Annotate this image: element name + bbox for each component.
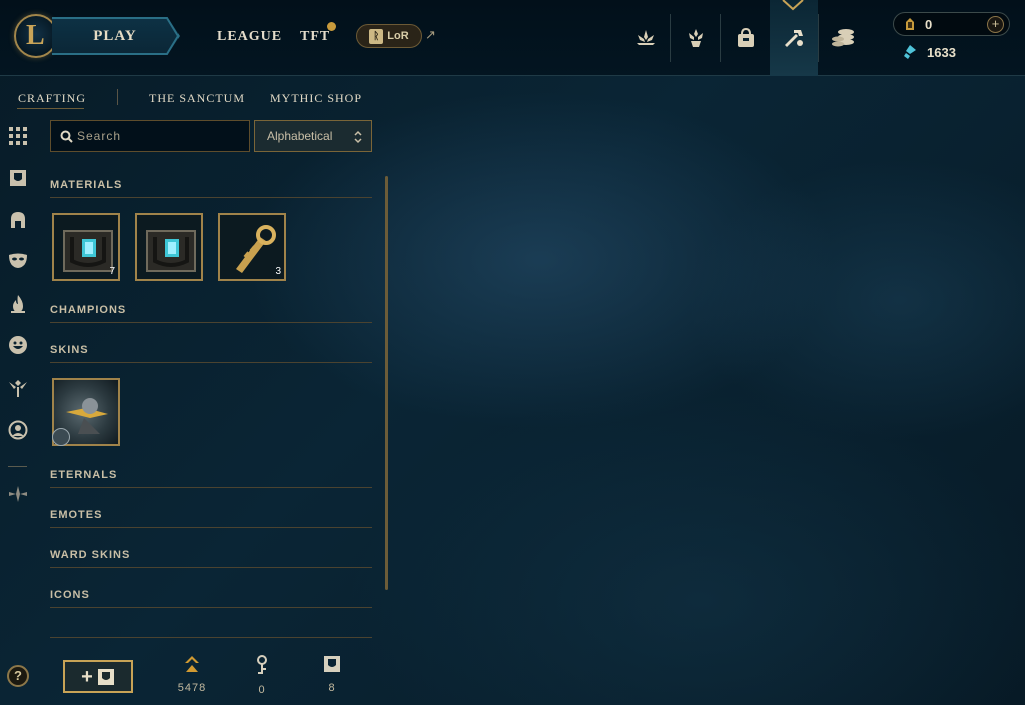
essence-count: 5478 xyxy=(177,682,207,694)
emote-face-icon[interactable] xyxy=(8,335,28,355)
section-divider xyxy=(50,567,372,568)
lor-button[interactable]: ᚱ LoR xyxy=(356,24,422,48)
material-tile-key-fragment[interactable]: 3 xyxy=(218,213,286,281)
section-divider xyxy=(50,487,372,488)
chests-count: 8 xyxy=(328,682,336,694)
section-divider xyxy=(50,322,372,323)
blue-essence-icon xyxy=(904,45,916,59)
sort-dropdown-value: Alphabetical xyxy=(267,129,333,143)
subnav-divider xyxy=(117,89,118,105)
section-divider xyxy=(50,362,372,363)
chest-icon xyxy=(324,656,340,672)
tab-crafting[interactable]: CRAFTING xyxy=(18,91,86,106)
hextech-chest-icon xyxy=(146,230,196,272)
hextech-chest-icon xyxy=(63,230,113,272)
lor-label: LoR xyxy=(387,30,409,42)
inventory-bag-icon[interactable] xyxy=(722,0,770,76)
eternals-flame-icon[interactable] xyxy=(8,294,28,314)
external-link-icon: ↗ xyxy=(425,27,436,42)
keys-count: 0 xyxy=(258,684,266,696)
skin-shard-badge-icon xyxy=(52,428,70,446)
section-eternals[interactable]: ETERNALS xyxy=(50,469,117,481)
section-divider xyxy=(50,607,372,608)
search-field[interactable] xyxy=(50,120,250,152)
sort-chevrons-icon xyxy=(354,130,362,144)
tab-crafting-underline xyxy=(17,108,84,109)
section-materials[interactable]: MATERIALS xyxy=(50,179,122,191)
play-button-label: PLAY xyxy=(93,27,137,44)
chest-icon xyxy=(97,668,114,685)
orange-essence-value: 0 xyxy=(925,17,933,32)
material-count: 3 xyxy=(275,266,281,277)
material-count: 7 xyxy=(109,266,115,277)
sort-dropdown[interactable]: Alphabetical xyxy=(254,120,372,152)
section-emotes[interactable]: EMOTES xyxy=(50,509,102,521)
material-tile-chest[interactable]: 7 xyxy=(52,213,120,281)
tab-mythic-shop[interactable]: MYTHIC SHOP xyxy=(270,91,362,106)
nav-tft[interactable]: TFT xyxy=(300,29,330,45)
rail-divider xyxy=(8,466,27,467)
section-ward-skins[interactable]: WARD SKINS xyxy=(50,549,130,561)
skin-shard-tile[interactable] xyxy=(52,378,120,446)
plus-icon: + xyxy=(81,665,93,688)
help-button[interactable]: ? xyxy=(7,665,29,687)
orange-essence-icon xyxy=(185,656,199,672)
section-icons[interactable]: ICONS xyxy=(50,589,90,601)
search-input[interactable] xyxy=(77,127,242,145)
section-divider xyxy=(50,527,372,528)
lor-icon: ᚱ xyxy=(369,28,384,44)
tft-notification-dot xyxy=(327,22,336,31)
collapse-arrows-icon[interactable] xyxy=(8,484,28,504)
loot-crafting-icon[interactable] xyxy=(770,0,818,76)
profile-icon-circle-icon[interactable] xyxy=(8,420,28,440)
buy-rp-button[interactable]: + xyxy=(987,16,1004,33)
league-logo[interactable]: L xyxy=(14,14,58,58)
add-chest-button[interactable]: + xyxy=(63,660,133,693)
top-divider xyxy=(720,14,721,62)
skin-mask-icon[interactable] xyxy=(8,251,28,271)
store-coins-icon[interactable] xyxy=(820,0,868,76)
tab-the-sanctum[interactable]: THE SANCTUM xyxy=(149,91,245,106)
challenges-icon[interactable] xyxy=(672,0,720,76)
key-fragment-icon xyxy=(236,225,276,273)
active-tab-caret xyxy=(782,0,804,11)
top-divider xyxy=(670,14,671,62)
chest-icon[interactable] xyxy=(8,168,28,188)
top-divider xyxy=(818,14,819,62)
section-skins[interactable]: SKINS xyxy=(50,344,89,356)
profile-flower-icon[interactable] xyxy=(622,0,670,76)
material-tile-chest[interactable] xyxy=(135,213,203,281)
blue-essence-value: 1633 xyxy=(927,45,956,60)
key-icon xyxy=(257,655,267,674)
section-divider xyxy=(50,197,372,198)
footer-keys: 0 xyxy=(232,655,292,696)
loot-scrollbar[interactable] xyxy=(385,176,388,590)
orange-essence-icon xyxy=(906,18,914,30)
footer-chests: 8 xyxy=(302,655,362,694)
section-champions[interactable]: CHAMPIONS xyxy=(50,304,126,316)
all-items-grid-icon[interactable] xyxy=(8,126,28,146)
nav-league[interactable]: LEAGUE xyxy=(217,29,282,45)
search-icon xyxy=(60,130,73,143)
ward-icon[interactable] xyxy=(8,378,28,398)
footer-essence: 5478 xyxy=(162,655,222,694)
footer-divider xyxy=(50,637,372,638)
play-button[interactable]: PLAY xyxy=(52,17,180,55)
champion-helmet-icon[interactable] xyxy=(8,210,28,230)
